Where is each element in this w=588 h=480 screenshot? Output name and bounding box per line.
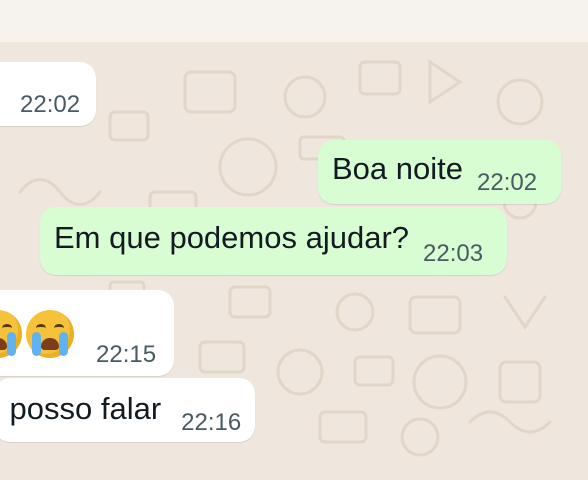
message-bubble-incoming[interactable]: 22:02 — [0, 62, 97, 126]
message-text: Em que podemos ajudar? — [54, 220, 410, 255]
message-text: Boa noite — [332, 151, 463, 186]
top-bar — [0, 0, 588, 42]
message-timestamp: 22:16 — [181, 409, 242, 436]
crying-face-icon — [0, 310, 22, 358]
message-timestamp: 22:02 — [20, 91, 81, 118]
message-timestamp: 22:15 — [96, 341, 157, 368]
crying-face-icon — [26, 310, 74, 358]
message-bubble-incoming[interactable]: 22:15 — [0, 290, 175, 376]
message-timestamp: 22:02 — [477, 169, 538, 196]
message-text: l posso falar — [0, 391, 162, 426]
message-bubble-incoming[interactable]: l posso falar 22:16 — [0, 378, 256, 442]
message-timestamp: 22:03 — [423, 240, 484, 267]
message-bubble-outgoing[interactable]: Boa noite 22:02 — [318, 140, 562, 204]
message-bubble-outgoing[interactable]: Em que podemos ajudar? 22:03 — [40, 207, 508, 275]
